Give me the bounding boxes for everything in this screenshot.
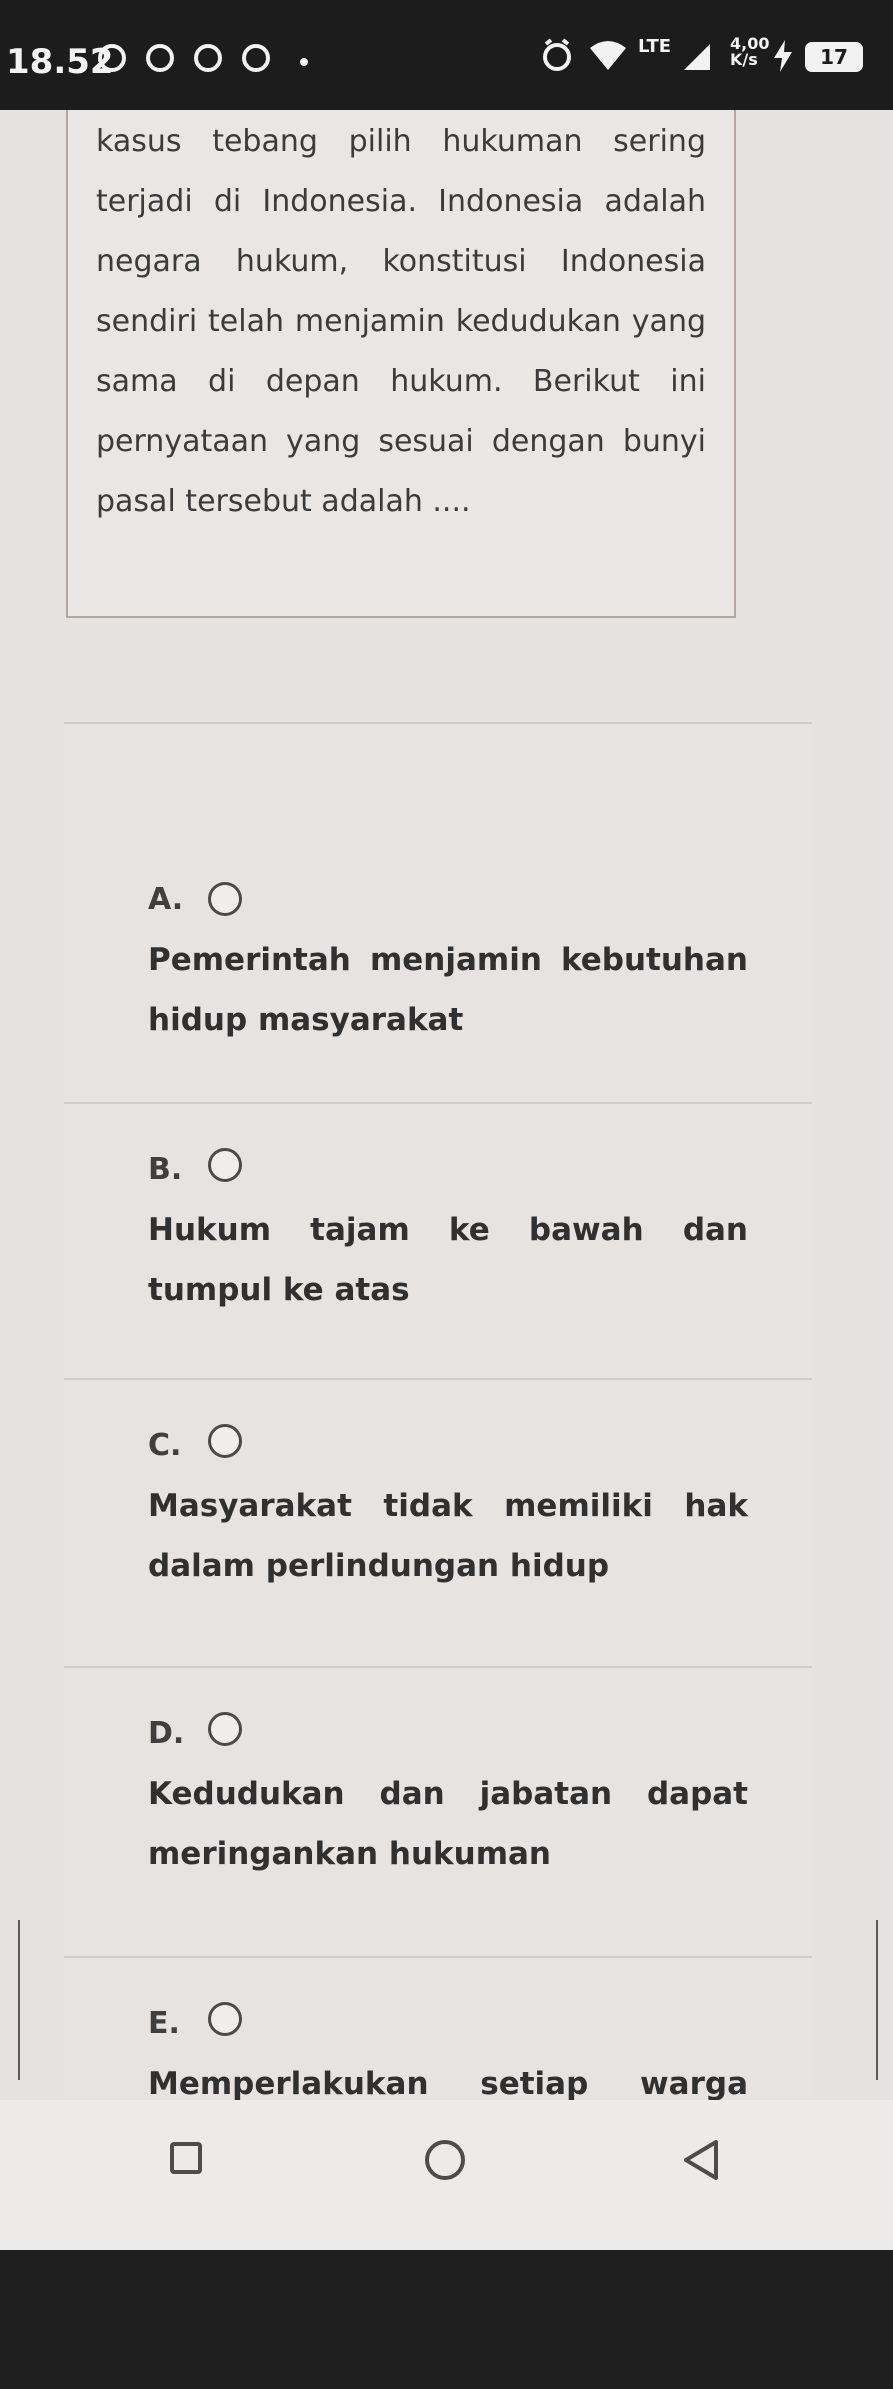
more-notifications-dot xyxy=(300,58,308,66)
option-text: Kedudukan dan jabatan dapat meringankan … xyxy=(148,1776,748,1872)
radio-button-b[interactable] xyxy=(208,1148,242,1182)
recent-apps-icon[interactable] xyxy=(170,2142,202,2174)
option-letter: A. xyxy=(148,882,184,917)
option-b[interactable]: B. Hukum tajam ke bawah dan tumpul ke at… xyxy=(64,1102,812,1382)
bottom-dark-area xyxy=(0,2250,893,2389)
right-edge-line xyxy=(876,1920,878,2080)
option-e[interactable]: E. Memperlakukan setiap warga negara den… xyxy=(64,1956,812,2162)
radio-button-a[interactable] xyxy=(208,882,242,916)
instagram-notification-icon xyxy=(242,44,270,72)
option-letter: B. xyxy=(148,1152,183,1187)
option-letter: C. xyxy=(148,1428,182,1463)
option-text: Hukum tajam ke bawah dan tumpul ke atas xyxy=(148,1212,748,1308)
option-letter: D. xyxy=(148,1716,185,1751)
navigation-bar xyxy=(0,2100,893,2250)
options-list: A. Pemerintah menjamin kebutuhan hidup m… xyxy=(64,722,812,2162)
question-card: kasus tebang pilih hukuman sering terjad… xyxy=(66,110,736,618)
quiz-page: kasus tebang pilih hukuman sering terjad… xyxy=(0,110,893,2162)
network-speed: 4,00 K/s xyxy=(730,34,770,69)
back-icon[interactable] xyxy=(680,2138,720,2182)
alarm-icon xyxy=(543,38,571,71)
instagram-notification-icon xyxy=(194,44,222,72)
network-type-label: LTE xyxy=(638,36,672,57)
status-bar: 18.52 LTE 4,00 K/s 17 xyxy=(0,0,893,110)
wifi-icon xyxy=(590,41,626,70)
home-icon[interactable] xyxy=(425,2140,465,2180)
signal-icon xyxy=(684,44,710,70)
left-edge-line xyxy=(18,1920,20,2080)
radio-button-d[interactable] xyxy=(208,1712,242,1746)
option-c[interactable]: C. Masyarakat tidak memiliki hak dalam p… xyxy=(64,1378,812,1668)
charging-icon xyxy=(774,40,792,72)
radio-button-c[interactable] xyxy=(208,1424,242,1458)
option-letter: E. xyxy=(148,2006,180,2041)
radio-button-e[interactable] xyxy=(208,2002,242,2036)
option-text: Pemerintah menjamin kebutuhan hidup masy… xyxy=(148,942,748,1038)
option-a[interactable]: A. Pemerintah menjamin kebutuhan hidup m… xyxy=(64,722,812,1038)
question-text: kasus tebang pilih hukuman sering terjad… xyxy=(96,124,706,519)
status-time: 18.52 xyxy=(6,42,114,82)
instagram-notification-icon xyxy=(98,44,126,72)
option-text: Masyarakat tidak memiliki hak dalam perl… xyxy=(148,1488,748,1584)
option-d[interactable]: D. Kedudukan dan jabatan dapat meringank… xyxy=(64,1666,812,1956)
battery-icon: 17 xyxy=(805,42,863,72)
instagram-notification-icon xyxy=(146,44,174,72)
